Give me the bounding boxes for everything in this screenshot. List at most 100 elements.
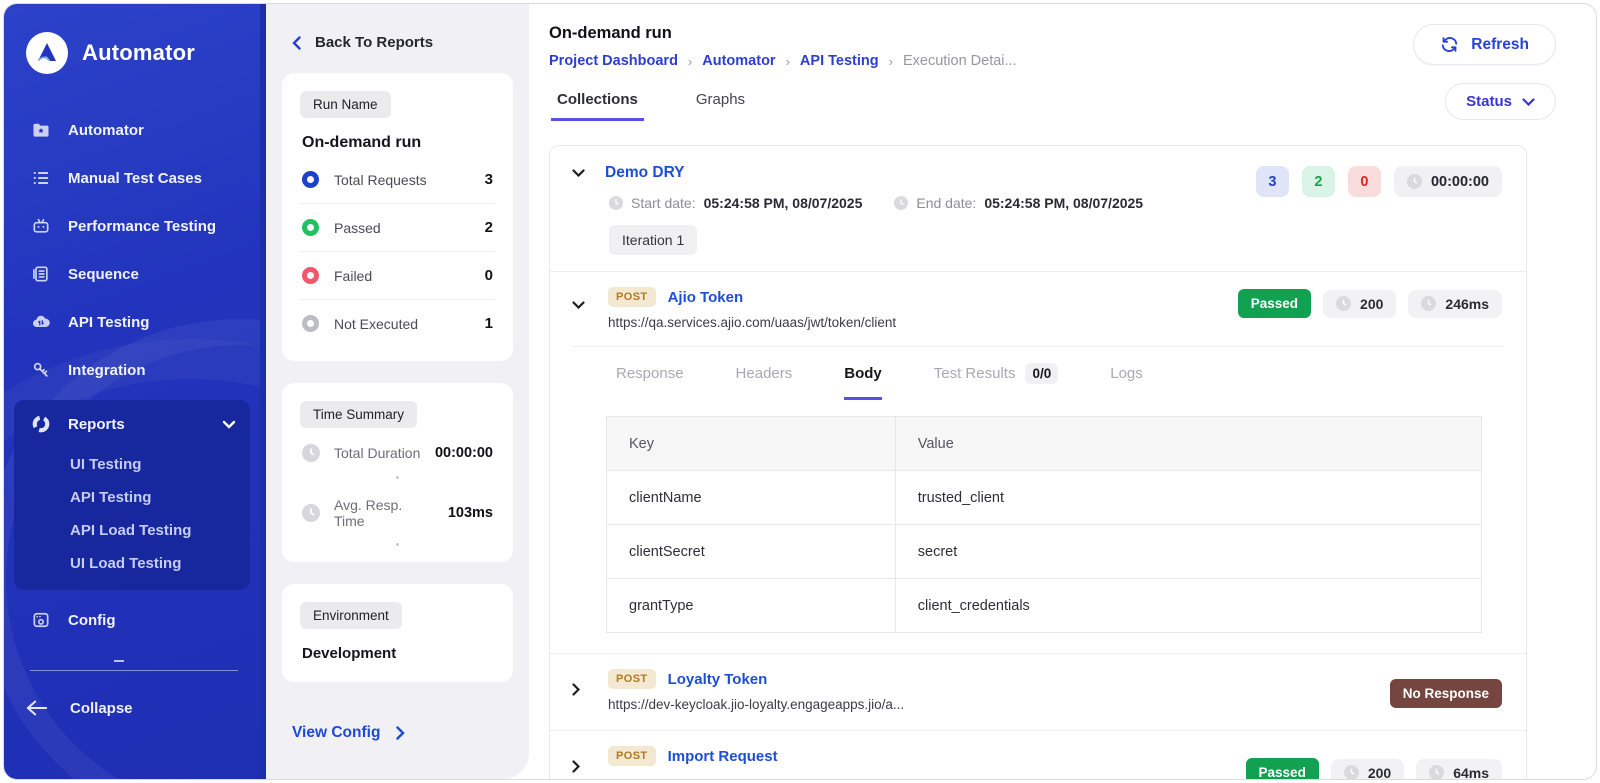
sidebar-item-label: API Testing <box>68 314 149 331</box>
sidebar-item-ui-testing[interactable]: UI Testing <box>14 448 250 481</box>
collection-dates: Start date: 05:24:58 PM, 08/07/2025 End … <box>609 195 1504 211</box>
sidebar-item-label: Sequence <box>68 266 139 283</box>
app-window: Automator Automator Manual Test Cases Pe… <box>3 3 1597 780</box>
sidebar-item-label: UI Testing <box>70 456 141 473</box>
chevron-right-icon[interactable] <box>572 683 586 696</box>
status-dropdown[interactable]: Status <box>1445 83 1556 120</box>
tab-collections[interactable]: Collections <box>551 91 644 121</box>
chevron-down-icon[interactable] <box>572 301 586 309</box>
body-key-value-table: Key Value clientName trusted_client clie… <box>606 416 1482 633</box>
sidebar-item-label: Performance Testing <box>68 218 216 235</box>
tab-body[interactable]: Body <box>844 363 882 400</box>
tab-test-results[interactable]: Test Results 0/0 <box>934 363 1058 400</box>
sidebar-item-api-testing-report[interactable]: API Testing <box>14 481 250 514</box>
divider-dot <box>396 543 399 546</box>
breadcrumb-separator: › <box>688 54 692 69</box>
cloud-icon <box>30 311 52 333</box>
breadcrumb-separator: › <box>889 54 893 69</box>
breadcrumb-item[interactable]: API Testing <box>800 53 879 69</box>
breadcrumb-item[interactable]: Project Dashboard <box>549 53 678 69</box>
request-name[interactable]: Loyalty Token <box>668 671 768 688</box>
main-tabs: Collections Graphs <box>551 91 1017 121</box>
time-avg-resp: Avg. Resp. Time 103ms <box>300 481 495 535</box>
clock-icon <box>1336 296 1351 311</box>
sidebar-item-ui-load-testing[interactable]: UI Load Testing <box>14 547 250 580</box>
response-time: 64ms <box>1453 765 1489 780</box>
start-date-value: 05:24:58 PM, 08/07/2025 <box>704 195 863 211</box>
breadcrumb-separator: › <box>786 54 790 69</box>
sidebar-dash <box>114 660 124 662</box>
stat-passed: Passed 2 <box>300 204 495 252</box>
time-summary-chip: Time Summary <box>300 401 417 428</box>
passed-donut-icon <box>302 219 319 236</box>
total-count-badge: 3 <box>1256 166 1289 197</box>
brand: Automator <box>4 4 260 84</box>
request-badges: Passed 200 64ms <box>1246 758 1502 779</box>
arrow-left-icon <box>26 697 48 719</box>
sidebar-item-label: Manual Test Cases <box>68 170 202 187</box>
robot-icon <box>30 215 52 237</box>
stat-label: Total Requests <box>334 172 470 188</box>
tab-logs[interactable]: Logs <box>1110 363 1143 400</box>
clock-icon <box>1429 765 1444 779</box>
sidebar: Automator Automator Manual Test Cases Pe… <box>4 4 266 779</box>
time-summary-card: Time Summary Total Duration 00:00:00 Avg… <box>282 383 513 562</box>
sidebar-item-label: Reports <box>68 416 125 433</box>
time-label: Total Duration <box>334 445 421 461</box>
sidebar-item-api-testing[interactable]: API Testing <box>4 298 260 346</box>
run-name-chip: Run Name <box>300 91 391 118</box>
request-name[interactable]: Import Request <box>668 748 778 765</box>
refresh-label: Refresh <box>1471 36 1529 54</box>
back-to-reports-link[interactable]: Back To Reports <box>282 34 513 51</box>
sidebar-item-label: Integration <box>68 362 146 379</box>
sidebar-item-sequence[interactable]: Sequence <box>4 250 260 298</box>
collection-badges: 3 2 0 00:00:00 <box>1256 166 1502 197</box>
collection-header: Demo DRY 3 2 0 00:00:00 <box>550 146 1526 272</box>
time-label: Avg. Resp. Time <box>334 497 434 529</box>
sidebar-item-manual-test-cases[interactable]: Manual Test Cases <box>4 154 260 202</box>
refresh-button[interactable]: Refresh <box>1413 24 1556 65</box>
duration-value: 00:00:00 <box>1431 174 1489 190</box>
breadcrumb: Project Dashboard › Automator › API Test… <box>549 53 1017 69</box>
response-code-pill: 200 <box>1331 759 1404 780</box>
tab-response[interactable]: Response <box>616 363 684 400</box>
collapse-button[interactable]: Collapse <box>4 671 260 732</box>
method-badge: POST <box>608 746 656 766</box>
sidebar-item-reports[interactable]: Reports <box>14 400 250 448</box>
stat-value: 2 <box>485 219 493 236</box>
sidebar-item-config[interactable]: Config <box>4 596 260 644</box>
main-header: On-demand run Project Dashboard › Automa… <box>549 24 1556 121</box>
request-loyalty-token: POST Loyalty Token https://dev-keycloak.… <box>550 654 1526 730</box>
run-summary-panel: Back To Reports Run Name On-demand run T… <box>266 4 529 779</box>
sidebar-item-integration[interactable]: Integration <box>4 346 260 394</box>
request-header: POST Ajio Token https://qa.services.ajio… <box>572 287 1504 330</box>
breadcrumb-item[interactable]: Automator <box>702 53 775 69</box>
sidebar-item-api-load-testing[interactable]: API Load Testing <box>14 514 250 547</box>
value-column-header: Value <box>895 417 1481 471</box>
chevron-right-icon[interactable] <box>572 760 586 773</box>
end-date-label: End date: <box>916 195 976 211</box>
value-cell: trusted_client <box>895 471 1481 525</box>
view-config-link[interactable]: View Config <box>292 724 513 742</box>
iteration-chip: Iteration 1 <box>609 225 697 255</box>
response-time-pill: 246ms <box>1408 290 1502 318</box>
sidebar-item-performance-testing[interactable]: Performance Testing <box>4 202 260 250</box>
tab-headers[interactable]: Headers <box>736 363 793 400</box>
run-title: On-demand run <box>302 134 495 152</box>
chevron-down-icon[interactable] <box>572 169 585 177</box>
stat-total-requests: Total Requests 3 <box>300 156 495 204</box>
table-row: clientName trusted_client <box>607 471 1482 525</box>
request-name[interactable]: Ajio Token <box>668 289 744 306</box>
stat-label: Failed <box>334 268 470 284</box>
tab-graphs[interactable]: Graphs <box>690 91 751 121</box>
sidebar-item-automator[interactable]: Automator <box>4 106 260 154</box>
response-code-pill: 200 <box>1323 290 1396 318</box>
chevron-right-icon <box>396 726 405 740</box>
passed-count-badge: 2 <box>1302 166 1335 197</box>
request-header: POST Loyalty Token https://dev-keycloak.… <box>572 669 1504 712</box>
not-executed-donut-icon <box>302 315 319 332</box>
collection-name[interactable]: Demo DRY <box>605 164 685 182</box>
collection-container: Demo DRY 3 2 0 00:00:00 <box>549 145 1527 779</box>
stat-failed: Failed 0 <box>300 252 495 300</box>
brand-logo-icon <box>26 32 68 74</box>
